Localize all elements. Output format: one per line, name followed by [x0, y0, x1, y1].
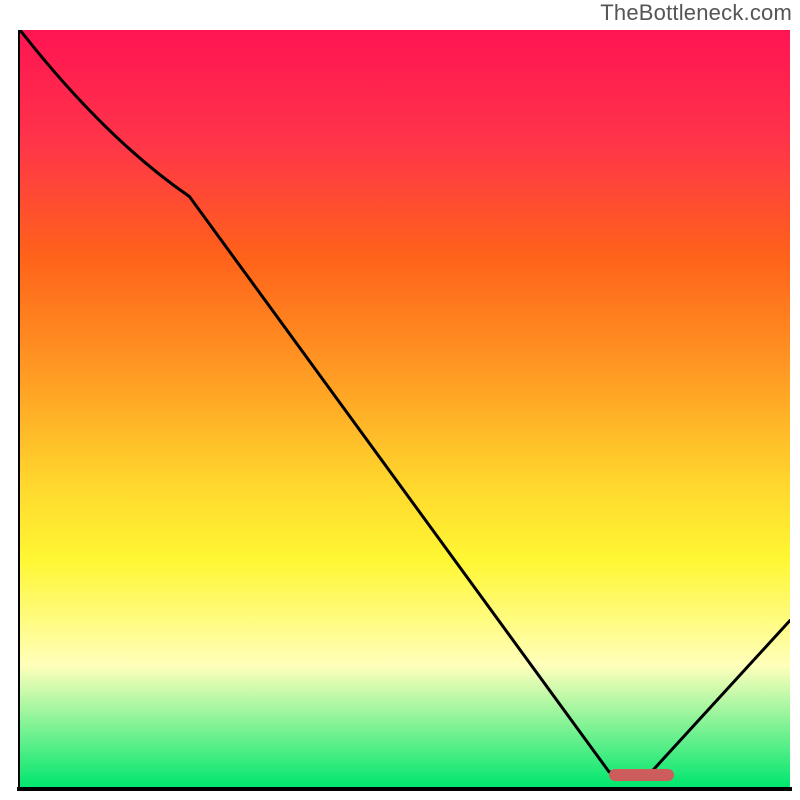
x-axis-line: [17, 787, 792, 791]
watermark-text: TheBottleneck.com: [600, 0, 792, 26]
gradient-background: [20, 30, 790, 787]
bottleneck-marker: [609, 769, 674, 781]
chart-svg: [20, 30, 790, 787]
chart-plot-area: [20, 30, 790, 787]
